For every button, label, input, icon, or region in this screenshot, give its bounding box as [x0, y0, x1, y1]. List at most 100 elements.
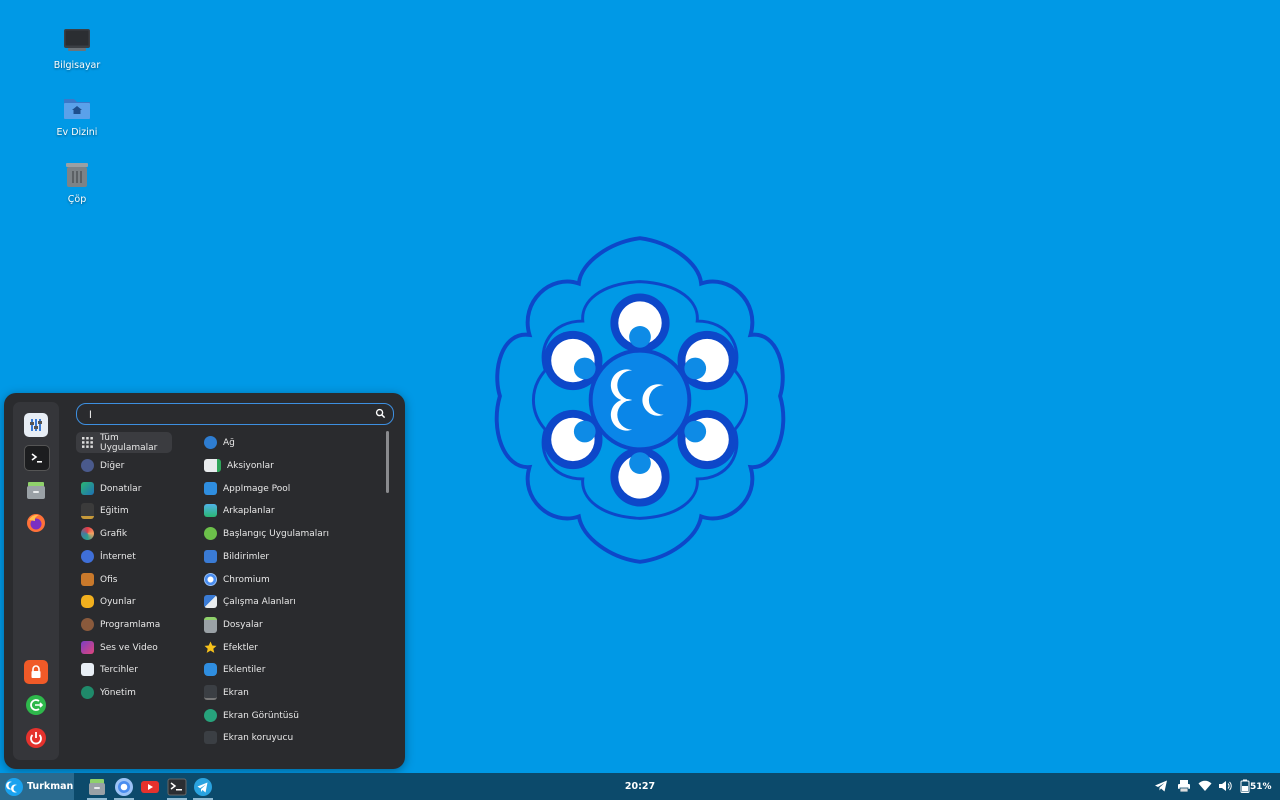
- logout-icon[interactable]: [24, 693, 48, 717]
- clock[interactable]: 20:27: [612, 773, 668, 800]
- network-icon: [204, 436, 217, 449]
- app-item[interactable]: Ekran Görüntüsü: [199, 705, 379, 726]
- category-label: Oyunlar: [100, 596, 136, 607]
- taskbar: Turkman 20:27 51%: [0, 773, 1280, 800]
- app-item[interactable]: AppImage Pool: [199, 478, 379, 499]
- desktop-icon-computer[interactable]: Bilgisayar: [32, 26, 122, 71]
- app-label: Bildirimler: [223, 551, 270, 562]
- taskbar-terminal-icon[interactable]: [166, 776, 188, 800]
- volume-icon[interactable]: [1218, 779, 1232, 793]
- category-internet[interactable]: İnternet: [76, 546, 172, 567]
- category-label: Eğitim: [100, 505, 129, 516]
- preferences-icon: [81, 663, 94, 676]
- notifications-icon: [204, 550, 217, 563]
- category-programming[interactable]: Programlama: [76, 614, 172, 635]
- turkman-logo-icon: [5, 777, 23, 796]
- app-item[interactable]: Dosyalar: [199, 614, 379, 635]
- internet-icon: [81, 550, 94, 563]
- app-item[interactable]: Eklentiler: [199, 659, 379, 680]
- app-label: Çalışma Alanları: [223, 596, 296, 607]
- wallpaper-logo: [494, 236, 786, 564]
- app-label: Başlangıç Uygulamaları: [223, 528, 329, 539]
- desktop-icon-label: Ev Dizini: [56, 127, 98, 138]
- files-icon: [204, 616, 217, 633]
- category-other[interactable]: Diğer: [76, 455, 172, 476]
- application-menu: Tüm Uygulamalar Diğer Donatılar Eğitim G…: [4, 393, 405, 769]
- search-box[interactable]: [76, 403, 394, 425]
- app-label: Eklentiler: [223, 664, 266, 675]
- category-label: Yönetim: [100, 687, 136, 698]
- search-input[interactable]: [87, 406, 371, 424]
- category-office[interactable]: Ofis: [76, 569, 172, 590]
- app-label: Chromium: [223, 574, 270, 585]
- taskbar-files-icon[interactable]: [86, 776, 108, 800]
- desktop-icon-trash[interactable]: Çöp: [32, 160, 122, 205]
- home-folder-icon: [64, 99, 90, 119]
- firefox-icon[interactable]: [24, 511, 48, 535]
- app-item[interactable]: Arkaplanlar: [199, 500, 379, 521]
- power-icon[interactable]: [24, 726, 48, 750]
- category-multimedia[interactable]: Ses ve Video: [76, 637, 172, 658]
- printer-icon[interactable]: [1177, 779, 1191, 793]
- backgrounds-icon: [204, 504, 217, 517]
- appimage-icon: [204, 482, 217, 495]
- app-item[interactable]: Aksiyonlar: [199, 455, 379, 476]
- terminal-icon[interactable]: [24, 445, 50, 471]
- app-item[interactable]: Başlangıç Uygulamaları: [199, 523, 379, 544]
- category-education[interactable]: Eğitim: [76, 500, 172, 521]
- app-item[interactable]: Ekran koruyucu: [199, 727, 379, 748]
- app-label: Aksiyonlar: [227, 460, 274, 471]
- app-item[interactable]: Bildirimler: [199, 546, 379, 567]
- app-label: Ağ: [223, 437, 235, 448]
- category-administration[interactable]: Yönetim: [76, 682, 172, 703]
- category-accessories[interactable]: Donatılar: [76, 478, 172, 499]
- menu-sidebar: [13, 402, 59, 760]
- computer-icon: [64, 29, 90, 51]
- more-icon: [81, 459, 94, 472]
- desktop-icon-home[interactable]: Ev Dizini: [32, 93, 122, 138]
- app-item[interactable]: Ekran: [199, 682, 379, 703]
- accessories-icon: [81, 482, 94, 495]
- category-label: Tüm Uygulamalar: [100, 432, 158, 453]
- lock-icon[interactable]: [24, 660, 48, 684]
- wifi-icon[interactable]: [1198, 779, 1212, 793]
- category-label: Donatılar: [100, 483, 142, 494]
- app-label: AppImage Pool: [223, 483, 291, 494]
- effects-icon: [204, 641, 217, 654]
- menu-scrollbar[interactable]: [386, 431, 389, 493]
- screensaver-icon: [204, 731, 217, 744]
- category-label: Grafik: [100, 528, 128, 539]
- programming-icon: [81, 618, 94, 631]
- app-item[interactable]: Çalışma Alanları: [199, 591, 379, 612]
- settings-icon[interactable]: [24, 413, 48, 437]
- app-item[interactable]: Ağ: [199, 432, 379, 453]
- app-item[interactable]: Chromium: [199, 569, 379, 590]
- screenshot-icon: [204, 709, 217, 722]
- app-label: Arkaplanlar: [223, 505, 275, 516]
- app-label: Ekran: [223, 687, 249, 698]
- taskbar-telegram-icon[interactable]: [192, 776, 214, 800]
- start-button[interactable]: Turkman: [0, 773, 74, 800]
- files-icon[interactable]: [24, 478, 48, 502]
- category-label: Diğer: [100, 460, 125, 471]
- category-all-apps[interactable]: Tüm Uygulamalar: [76, 432, 172, 453]
- display-icon: [204, 685, 217, 700]
- category-preferences[interactable]: Tercihler: [76, 659, 172, 680]
- app-label: Efektler: [223, 642, 258, 653]
- category-label: Ses ve Video: [100, 642, 158, 653]
- start-label: Turkman: [27, 781, 74, 792]
- plugins-icon: [204, 663, 217, 676]
- desktop-icon-label: Çöp: [67, 194, 87, 205]
- category-graphics[interactable]: Grafik: [76, 523, 172, 544]
- graphics-icon: [81, 527, 94, 540]
- category-games[interactable]: Oyunlar: [76, 591, 172, 612]
- desktop-icon-label: Bilgisayar: [53, 60, 101, 71]
- telegram-tray-icon[interactable]: [1154, 779, 1168, 793]
- actions-icon: [204, 459, 221, 472]
- app-item[interactable]: Efektler: [199, 637, 379, 658]
- taskbar-youtube-icon[interactable]: [139, 776, 161, 798]
- taskbar-chromium-icon[interactable]: [113, 776, 135, 800]
- search-icon: [375, 408, 386, 419]
- app-label: Ekran koruyucu: [223, 732, 294, 743]
- chromium-icon: [204, 573, 217, 586]
